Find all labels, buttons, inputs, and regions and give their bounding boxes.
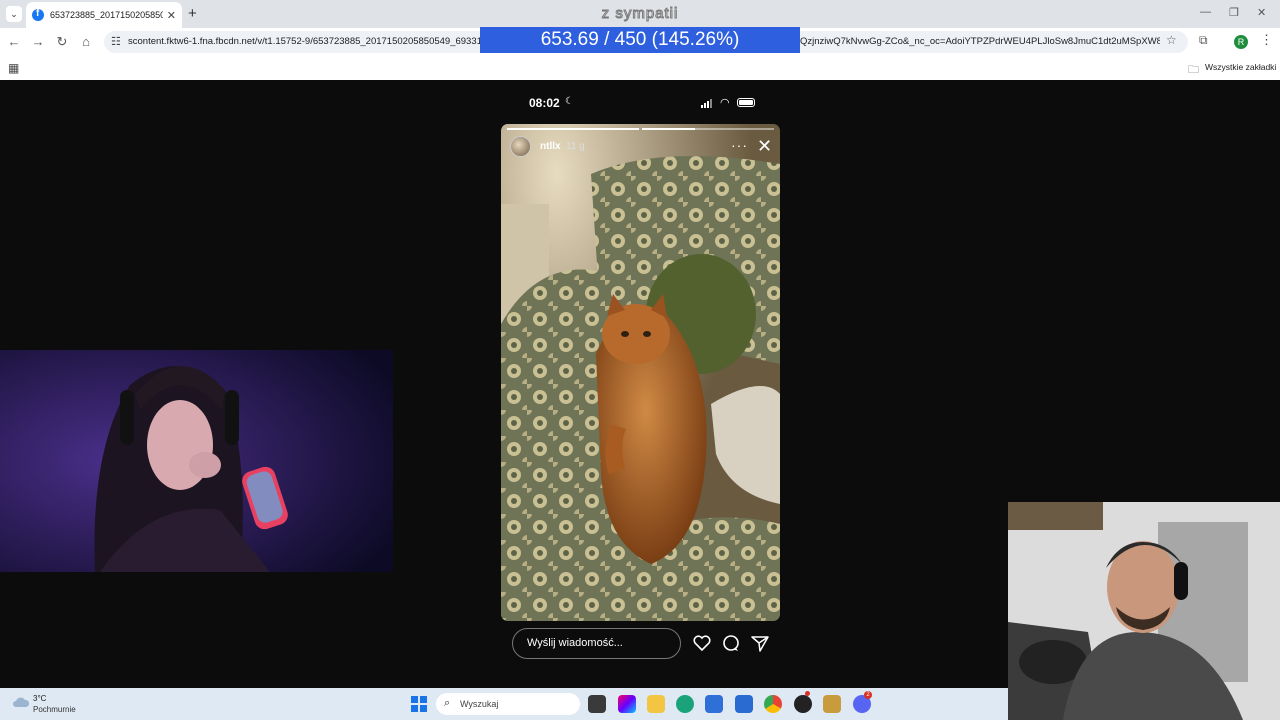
story-photo [501, 124, 780, 621]
heart-icon[interactable] [691, 632, 713, 654]
site-info-icon[interactable]: ☷ [111, 35, 121, 48]
windows-taskbar: 3°C Pochmurnie ⌕ Wyszukaj 2 [0, 688, 1008, 720]
battery-icon [737, 98, 755, 107]
story-age: 11 g [566, 141, 585, 152]
extensions-icon[interactable]: ⧉ [1199, 33, 1208, 48]
more-options-icon[interactable]: ··· [731, 137, 748, 153]
copilot-icon[interactable] [618, 695, 636, 713]
bookmarks-bar: ▦ 🗀 Wszystkie zakładki [0, 56, 1280, 80]
discord-badge: 2 [864, 691, 872, 699]
taskbar-search[interactable]: ⌕ Wyszukaj [436, 693, 580, 715]
bookmark-star-icon[interactable]: ☆ [1166, 33, 1177, 47]
restore-icon[interactable]: ❐ [1229, 6, 1239, 19]
profile-avatar[interactable]: R [1234, 35, 1248, 49]
reload-icon[interactable]: ↻ [54, 34, 70, 50]
facebook-favicon-icon [32, 8, 44, 21]
league-icon[interactable] [823, 695, 841, 713]
reply-input[interactable]: Wyślij wiadomość... [512, 628, 681, 659]
weather-temperature[interactable]: 3°C [33, 694, 46, 703]
new-tab-button[interactable]: + [188, 5, 197, 22]
phone-status-bar: 08:02 ☾ ◠ [501, 80, 780, 124]
window-close-icon[interactable]: ✕ [1257, 6, 1266, 19]
weather-condition[interactable]: Pochmurnie [33, 705, 76, 714]
url-text-start: scontent.fktw6-1.fna.fbcdn.net/v/t1.1575… [128, 36, 480, 47]
status-time: 08:02 [529, 96, 560, 110]
minimize-icon[interactable]: — [1200, 6, 1211, 18]
overlay-label: z sympatii [601, 5, 679, 23]
story-progress-2 [642, 128, 774, 130]
taskbar-search-label: Wyszukaj [460, 699, 499, 709]
moon-icon: ☾ [565, 96, 574, 107]
story-progress-1 [507, 128, 639, 130]
file-explorer-icon[interactable] [647, 695, 665, 713]
close-icon[interactable]: ✕ [757, 137, 772, 155]
chrome-icon[interactable] [764, 695, 782, 713]
search-icon: ⌕ [444, 697, 451, 709]
task-view-icon[interactable] [588, 695, 606, 713]
store-icon[interactable] [735, 695, 753, 713]
webcam-streamer-left [0, 350, 393, 572]
app-icon-dark[interactable] [794, 695, 812, 713]
outlook-icon[interactable] [705, 695, 723, 713]
url-text-end: QzjnziwQ7kNvwGg-ZCo&_nc_oc=AdoiYTPZPdrWE… [800, 36, 1160, 47]
all-bookmarks-link[interactable]: Wszystkie zakładki [1205, 62, 1276, 72]
story-username[interactable]: ntllx [540, 141, 561, 152]
edge-icon[interactable] [676, 695, 694, 713]
browser-menu-icon[interactable]: ⋮ [1260, 32, 1273, 48]
notification-badge [805, 691, 810, 696]
home-icon[interactable]: ⌂ [78, 34, 94, 49]
browser-tab[interactable]: 653723885_201715020585054… ✕ [26, 2, 182, 28]
signal-icon [701, 99, 712, 108]
webcam-streamer-right [1008, 502, 1280, 720]
windows-start-icon[interactable] [411, 696, 427, 712]
back-icon[interactable]: ← [6, 34, 22, 49]
tab-title: 653723885_201715020585054… [50, 10, 163, 20]
comment-icon[interactable] [720, 632, 742, 654]
overlay-counter: 653.69 / 450 (145.26%) [480, 27, 800, 53]
avatar[interactable] [510, 136, 531, 157]
cloud-icon [13, 697, 30, 707]
forward-icon[interactable]: → [30, 34, 46, 49]
story-viewer[interactable]: ntllx 11 g ··· ✕ [501, 124, 780, 621]
apps-grid-icon[interactable]: ▦ [8, 61, 19, 75]
tab-search-chevron-icon[interactable]: ⌄ [6, 6, 22, 22]
folder-icon[interactable]: 🗀 [1188, 61, 1199, 80]
send-icon[interactable] [749, 632, 771, 654]
tab-close-icon[interactable]: ✕ [167, 9, 176, 22]
wifi-icon: ◠ [720, 97, 730, 109]
